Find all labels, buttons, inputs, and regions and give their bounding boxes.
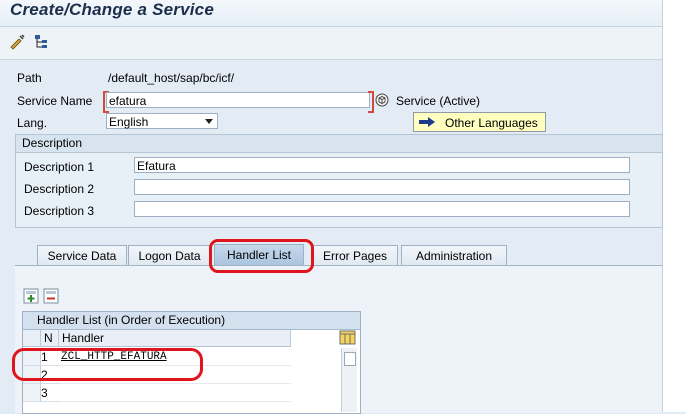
lang-select-value: English — [109, 115, 149, 129]
description-header-label: Description — [22, 136, 83, 150]
column-header-handler[interactable]: Handler — [59, 330, 291, 347]
title-bar: Create/Change a Service — [0, 0, 686, 27]
description-3-label: Description 3 — [24, 204, 95, 218]
description-1-field[interactable]: Efatura — [134, 157, 630, 173]
service-cube-icon — [375, 93, 389, 107]
row-number: 3 — [41, 384, 59, 402]
service-name-label: Service Name — [17, 94, 93, 108]
column-settings-icon[interactable] — [339, 330, 359, 347]
lang-label: Lang. — [17, 116, 48, 130]
window-right-edge — [662, 0, 686, 412]
description-2-field[interactable] — [134, 179, 630, 195]
handler-cell[interactable] — [59, 384, 291, 402]
table-row[interactable]: 3 — [23, 384, 323, 402]
other-languages-label: Other Languages — [445, 116, 538, 130]
description-2-label: Description 2 — [24, 182, 95, 196]
tab-logon-data[interactable]: Logon Data — [128, 245, 211, 266]
table-corner — [23, 330, 41, 347]
path-value: /default_host/sap/bc/icf/ — [108, 71, 235, 85]
delete-row-icon[interactable] — [43, 288, 59, 304]
insert-row-icon[interactable] — [23, 288, 39, 304]
scrollbar-thumb[interactable] — [344, 352, 356, 366]
description-1-label: Description 1 — [24, 160, 95, 174]
edit-icon[interactable] — [8, 33, 26, 51]
highlight-handler-list-tab — [209, 239, 314, 273]
tab-error-pages[interactable]: Error Pages — [312, 245, 398, 266]
window-title: Create/Change a Service — [10, 0, 214, 19]
chevron-down-icon[interactable] — [205, 119, 213, 124]
hierarchy-icon[interactable] — [32, 33, 50, 51]
description-group: Description Description 1 Efatura Descri… — [15, 134, 663, 228]
highlight-handler-row — [12, 348, 203, 381]
handler-table-title: Handler List (in Order of Execution) — [37, 313, 226, 327]
other-languages-button[interactable]: Other Languages — [413, 112, 546, 132]
tab-service-data[interactable]: Service Data — [37, 245, 127, 266]
description-group-header: Description — [16, 135, 662, 153]
description-3-field[interactable] — [134, 201, 630, 217]
arrow-right-icon — [418, 116, 436, 128]
column-header-n[interactable]: N — [41, 330, 59, 347]
tab-administration[interactable]: Administration — [401, 245, 507, 266]
service-status-text: Service (Active) — [396, 94, 481, 108]
required-marker-right — [368, 91, 374, 113]
table-scrollbar[interactable] — [341, 348, 357, 412]
handler-table-title-bar: Handler List (in Order of Execution) — [23, 312, 360, 330]
service-name-field[interactable]: efatura — [106, 92, 370, 108]
row-selector[interactable] — [23, 384, 41, 402]
lang-select[interactable]: English — [106, 113, 218, 129]
path-label: Path — [17, 71, 42, 85]
application-toolbar — [0, 27, 686, 60]
